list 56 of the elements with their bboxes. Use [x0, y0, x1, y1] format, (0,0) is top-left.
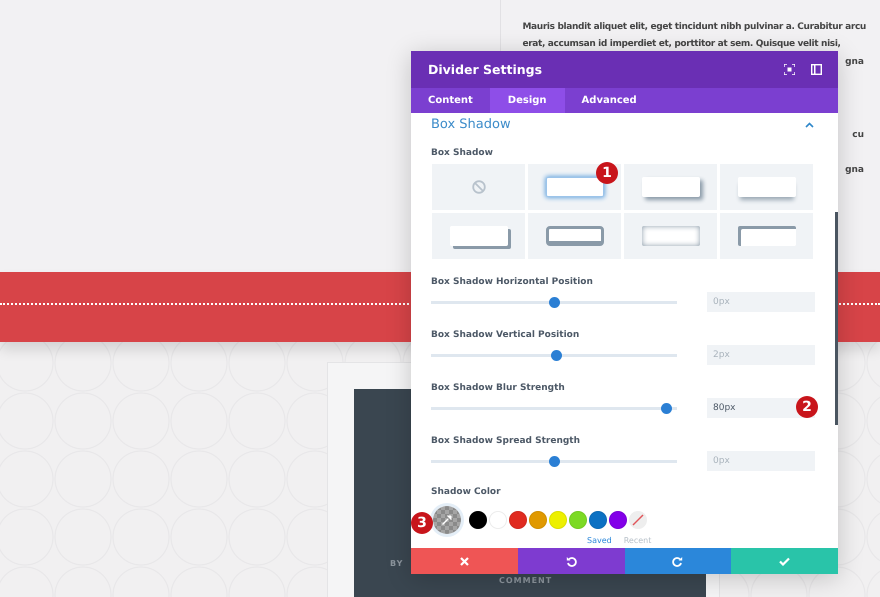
shadow-sample [642, 177, 700, 197]
undo-icon [566, 556, 577, 566]
shadow-sample [642, 226, 700, 246]
scrollbar-thumb[interactable] [835, 212, 838, 425]
close-icon [460, 556, 469, 566]
value-field[interactable]: 0px [707, 451, 815, 471]
sidebar-icon[interactable] [811, 64, 822, 75]
eyedropper-icon [441, 514, 453, 526]
shadow-preset[interactable] [720, 213, 813, 259]
color-swatch[interactable] [509, 511, 527, 529]
redo-icon [672, 556, 684, 566]
value-field[interactable]: 0px [707, 292, 815, 312]
checkmark-icon [779, 556, 790, 566]
value-field[interactable]: 2px [707, 345, 815, 365]
color-swatch[interactable] [529, 511, 547, 529]
color-swatch[interactable] [469, 511, 487, 529]
field-label: Shadow Color [431, 487, 502, 497]
fullscreen-icon[interactable] [784, 64, 795, 75]
byline-text: BY [390, 559, 404, 568]
slider-thumb[interactable] [548, 296, 560, 308]
field-label: Box Shadow Blur Strength [431, 383, 566, 393]
field-label: Box Shadow Vertical Position [431, 330, 580, 340]
number-badge: 2 [796, 396, 818, 418]
chevron-icon[interactable] [805, 122, 814, 128]
slider-thumb[interactable] [548, 456, 560, 466]
shadow-preset[interactable] [432, 213, 525, 259]
paragraph-fragment: cu [852, 129, 864, 141]
no-color-swatch[interactable] [629, 511, 647, 529]
comment-link[interactable]: COMMENT [499, 576, 552, 585]
slider-thumb[interactable] [550, 350, 562, 360]
field-label: Box Shadow [431, 148, 494, 158]
color-picker-button[interactable] [433, 506, 461, 534]
shadow-sample [738, 177, 796, 197]
paragraph-fragment: gna [845, 164, 864, 176]
modal-title: Divider Settings [428, 62, 544, 77]
shadow-sample [546, 177, 604, 197]
paragraph-fragment: gna [845, 56, 864, 68]
tab[interactable]: Content [411, 88, 490, 113]
slider-thumb[interactable] [661, 402, 672, 414]
section-title[interactable]: Box Shadow [431, 117, 511, 132]
shadow-preset[interactable] [528, 213, 621, 259]
shadow-sample [546, 226, 604, 246]
palette-tab[interactable]: Saved [587, 536, 612, 546]
field-label: Box Shadow Spread Strength [431, 436, 582, 446]
color-swatch[interactable] [589, 511, 607, 529]
shadow-sample [738, 226, 796, 246]
number-badge: 3 [411, 512, 433, 534]
shadow-preset[interactable] [528, 164, 621, 210]
color-swatch[interactable] [569, 511, 587, 529]
color-swatch[interactable] [549, 511, 567, 529]
shadow-sample [450, 226, 508, 246]
tab[interactable]: Design [490, 88, 565, 113]
prohibited-icon [472, 180, 486, 194]
field-label: Box Shadow Horizontal Position [431, 277, 594, 287]
tab[interactable]: Advanced [564, 88, 654, 113]
color-swatch[interactable] [609, 511, 627, 529]
